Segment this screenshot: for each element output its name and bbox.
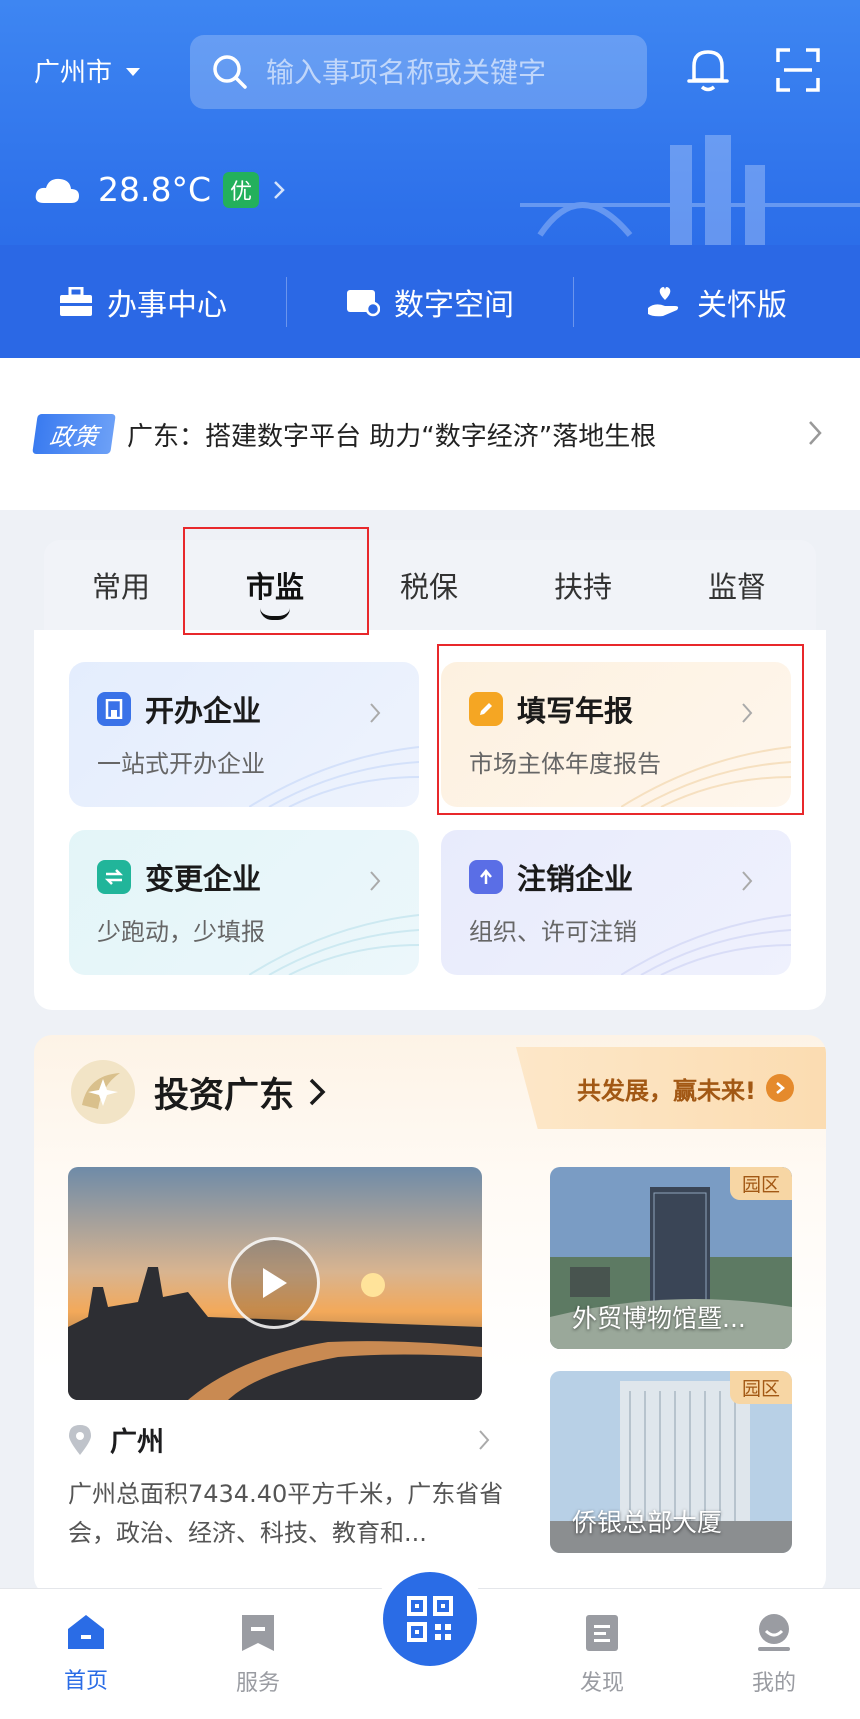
wave-decoration — [249, 746, 419, 807]
chevron-right-icon — [479, 1429, 490, 1450]
search-icon — [213, 55, 247, 89]
slogan-text: 共发展，赢未来! — [577, 1076, 756, 1105]
quick-link-label: 关怀版 — [697, 287, 787, 323]
tab-label: 税保 — [399, 570, 458, 604]
service-card-open-business[interactable]: 开办企业 一站式开办企业 — [69, 662, 419, 807]
arrow-up-icon — [469, 860, 503, 894]
invest-header[interactable]: 投资广东 — [68, 1057, 326, 1127]
news-headline: 广东：搭建数字平台 助力“数字经济”落地生根 — [127, 421, 657, 452]
search-input[interactable] — [264, 54, 624, 90]
briefcase-icon — [60, 286, 92, 316]
park-card-trade-museum[interactable]: 园区 外贸博物馆暨... — [550, 1167, 792, 1349]
city-selector[interactable]: 广州市 — [34, 52, 141, 89]
city-skyline-illustration — [520, 135, 860, 245]
qr-code-icon — [407, 1596, 453, 1642]
service-title: 变更企业 — [145, 862, 262, 896]
policy-tag: 政策 — [32, 414, 116, 454]
nav-home[interactable]: 首页 — [0, 1589, 172, 1719]
chevron-right-icon — [370, 871, 381, 891]
chevron-right-icon — [309, 1078, 326, 1106]
bookmark-icon — [242, 1615, 274, 1651]
quick-link-care-version[interactable]: 关怀版 — [574, 277, 860, 327]
location-row[interactable]: 广州 — [68, 1420, 490, 1459]
play-button[interactable] — [228, 1237, 320, 1329]
weather-widget[interactable]: 28.8°C 优 — [34, 170, 285, 209]
highlight-box-annual-report — [437, 644, 804, 815]
tab-common[interactable]: 常用 — [44, 540, 198, 630]
tab-label: 扶持 — [553, 570, 612, 604]
service-card-cancel-business[interactable]: 注销企业 组织、许可注销 — [441, 830, 791, 975]
wave-decoration — [621, 914, 791, 975]
building-icon — [97, 692, 131, 726]
quick-link-label: 数字空间 — [394, 287, 514, 323]
chevron-right-icon — [370, 703, 381, 723]
nav-profile[interactable]: 我的 — [688, 1589, 860, 1719]
play-icon — [263, 1268, 287, 1298]
park-card-qiaoyin-hq[interactable]: 园区 侨银总部大厦 — [550, 1371, 792, 1553]
temperature: 28.8°C — [98, 170, 212, 209]
park-tag: 园区 — [729, 1167, 792, 1200]
search-bar[interactable] — [190, 35, 647, 109]
location-name: 广州 — [110, 1427, 164, 1458]
video-thumbnail[interactable] — [68, 1167, 482, 1400]
wave-decoration — [249, 914, 419, 975]
arrow-right-circle-icon — [766, 1074, 794, 1102]
park-tag: 园区 — [729, 1371, 792, 1404]
location-description: 广州总面积7434.40平方千米，广东省省会，政治、经济、科技、教育和... — [68, 1480, 504, 1547]
invest-slogan-banner[interactable]: 共发展，赢未来! — [516, 1047, 826, 1129]
tab-label: 监督 — [707, 570, 766, 604]
nav-label: 服务 — [235, 1671, 280, 1696]
city-label: 广州市 — [34, 58, 113, 88]
invest-logo-icon — [71, 1060, 135, 1124]
tab-supervision[interactable]: 监督 — [660, 540, 814, 630]
news-ticker[interactable]: 政策 广东：搭建数字平台 助力“数字经济”落地生根 — [0, 358, 860, 510]
user-avatar-icon — [758, 1614, 790, 1651]
tab-label: 常用 — [91, 570, 150, 604]
invest-guangdong-section: 投资广东 共发展，赢未来! 广州 广州总面积7434.40平方千米，广东省省会，… — [34, 1035, 826, 1595]
quick-link-service-center[interactable]: 办事中心 — [0, 277, 286, 327]
chevron-right-icon — [274, 180, 285, 199]
quick-links-bar: 办事中心 数字空间 关怀版 — [0, 245, 860, 358]
scan-icon[interactable] — [776, 48, 820, 92]
nav-label: 我的 — [751, 1671, 796, 1696]
nav-service[interactable]: 服务 — [172, 1589, 344, 1719]
chevron-right-icon — [742, 871, 753, 891]
service-card-change-business[interactable]: 变更企业 少跑动，少填报 — [69, 830, 419, 975]
quick-link-label: 办事中心 — [107, 287, 227, 323]
qr-code-button[interactable] — [383, 1572, 477, 1666]
park-name: 外贸博物馆暨... — [572, 1304, 746, 1333]
location-pin-icon — [69, 1424, 91, 1455]
chevron-right-icon — [809, 421, 822, 445]
service-title: 开办企业 — [145, 694, 262, 728]
nav-label: 首页 — [63, 1669, 108, 1694]
aqi-badge: 优 — [223, 171, 260, 208]
home-icon — [68, 1615, 104, 1649]
service-title: 注销企业 — [517, 862, 634, 896]
bell-icon[interactable] — [686, 46, 730, 94]
document-icon — [586, 1615, 618, 1651]
cloud-icon — [35, 178, 79, 203]
nav-discover[interactable]: 发现 — [516, 1589, 688, 1719]
caret-down-icon — [126, 67, 141, 76]
swap-icon — [97, 860, 131, 894]
park-name: 侨银总部大厦 — [572, 1508, 723, 1537]
quick-link-digital-space[interactable]: 数字空间 — [287, 277, 573, 327]
nav-label: 发现 — [579, 1671, 624, 1696]
header: 广州市 28.8°C 优 办事中心 数字空间 关怀版 — [0, 0, 860, 358]
care-hand-icon — [648, 286, 679, 316]
tab-tax-insurance[interactable]: 税保 — [352, 540, 506, 630]
digital-space-icon — [347, 289, 380, 316]
tab-support[interactable]: 扶持 — [506, 540, 660, 630]
highlight-box-tab — [183, 527, 369, 635]
category-tabs: 常用 市监 税保 扶持 监督 — [44, 540, 816, 630]
invest-title: 投资广东 — [154, 1075, 295, 1116]
